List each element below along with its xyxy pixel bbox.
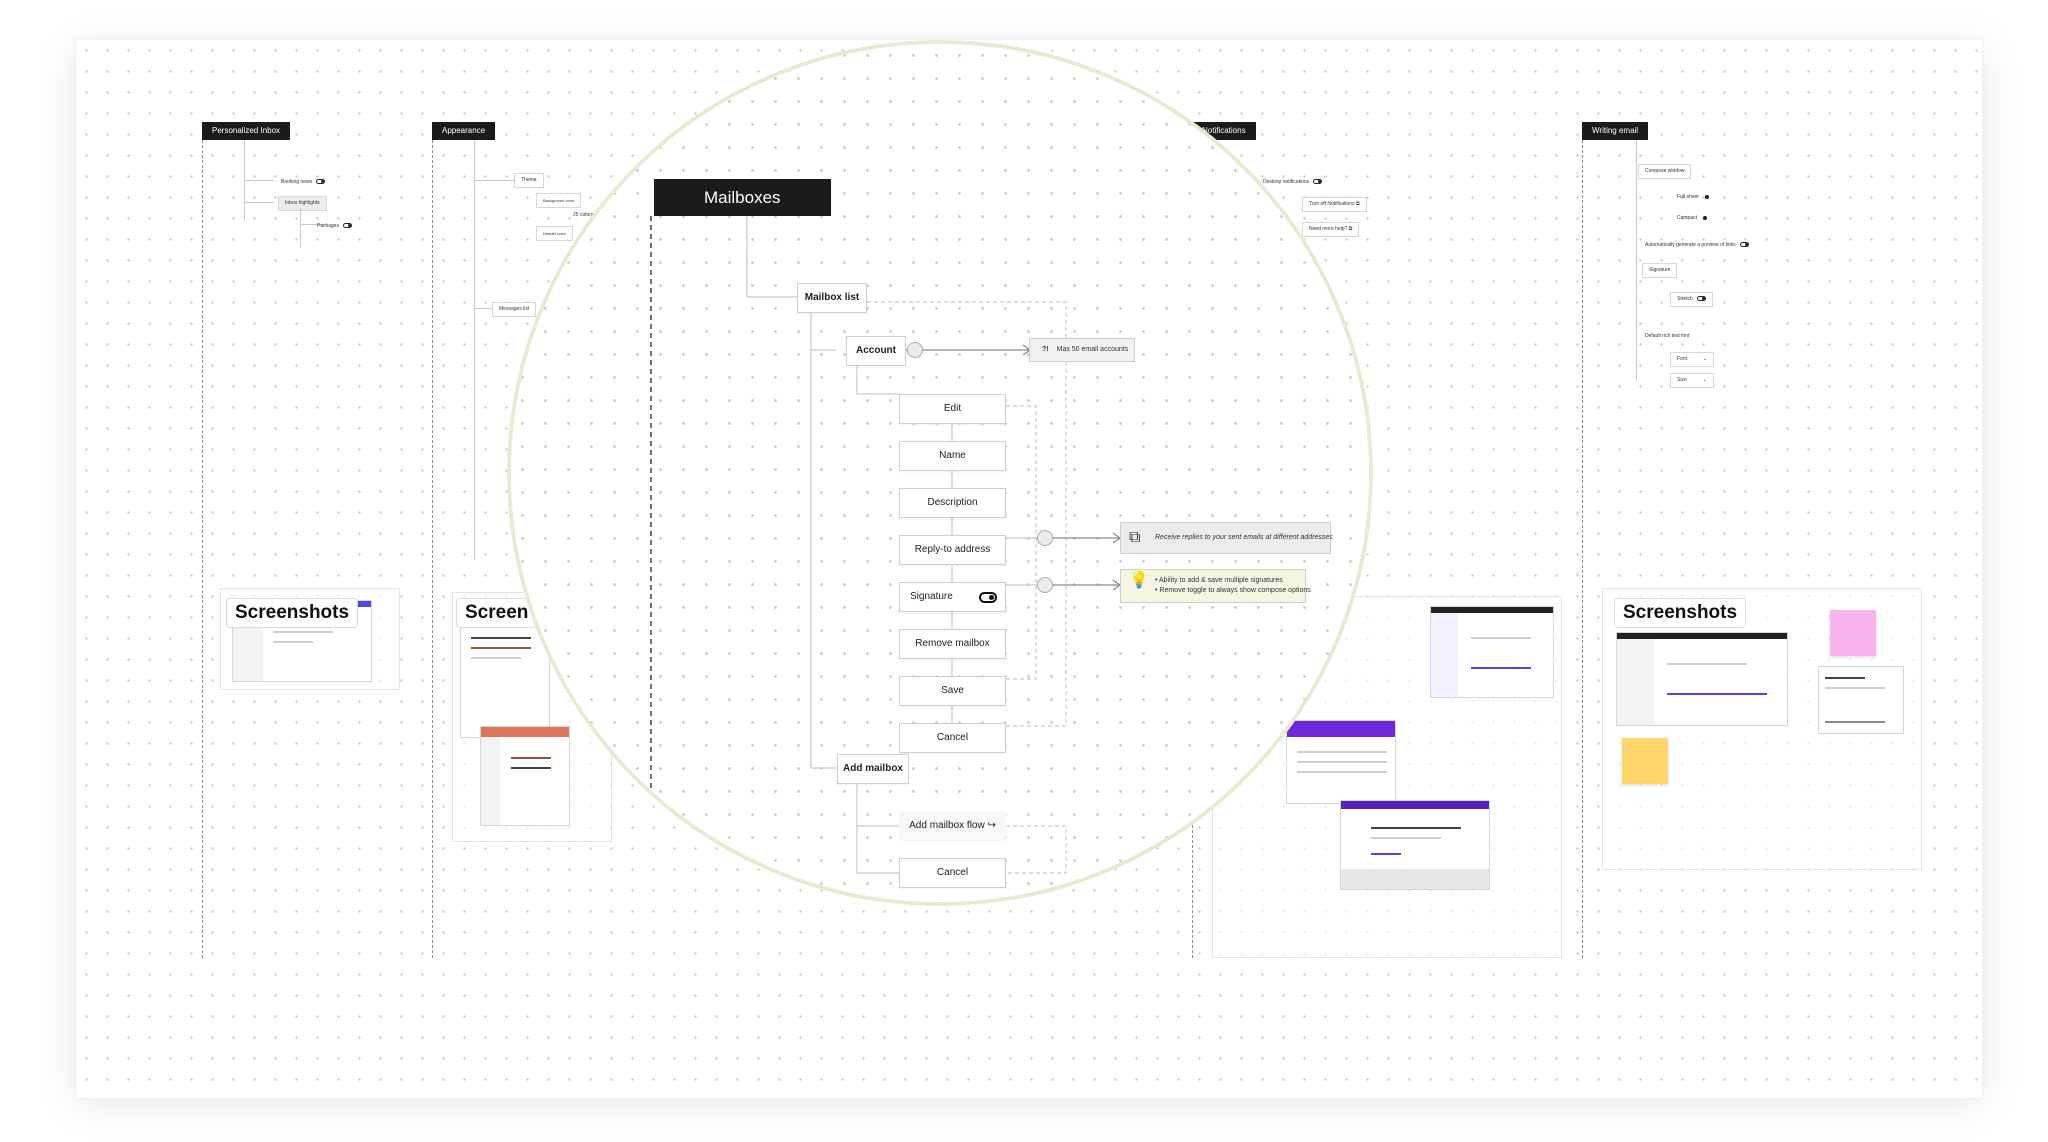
- connector-port[interactable]: [907, 342, 923, 358]
- toggle-icon[interactable]: [1696, 296, 1706, 302]
- warning-icon: ?!: [1042, 346, 1049, 353]
- chevron-down-icon: ⌄: [1702, 377, 1707, 383]
- node-compose-window[interactable]: Compose window: [1638, 164, 1692, 179]
- toggle-icon[interactable]: [342, 223, 352, 229]
- node-packages[interactable]: Packages: [310, 219, 359, 234]
- section-header-appearance: Appearance: [432, 122, 496, 140]
- node-label: Font: [1677, 356, 1688, 362]
- section-header-personalized-inbox: Personalized Inbox: [202, 122, 291, 140]
- node-label: Size: [1677, 377, 1687, 383]
- note-text: Receive replies to your sent emails at d…: [1155, 534, 1333, 541]
- node-inbox-highlights[interactable]: Inbox highlights: [278, 196, 327, 211]
- section-divider: [1582, 140, 1583, 958]
- node-edit[interactable]: Edit: [899, 394, 1006, 424]
- note-text: • Remove toggle to always show compose o…: [1155, 587, 1311, 594]
- node-mailbox-list[interactable]: Mailbox list: [797, 283, 867, 313]
- screenshots-label: Screenshots: [226, 598, 359, 628]
- note-text: • Ability to add & save multiple signatu…: [1155, 577, 1283, 584]
- node-save[interactable]: Save: [899, 676, 1006, 706]
- node-add-mailbox[interactable]: Add mailbox: [837, 754, 909, 784]
- screenshots-label: Screenshots: [1614, 598, 1747, 628]
- screenshot-thumbnail[interactable]: [1430, 606, 1554, 698]
- connector: [244, 180, 274, 181]
- toggle-icon[interactable]: [1739, 242, 1749, 248]
- connector: [244, 202, 274, 203]
- connector: [300, 208, 301, 248]
- node-signature[interactable]: Signature: [1642, 263, 1678, 278]
- node-compact[interactable]: Compact: [1670, 211, 1714, 226]
- page-title: Mailboxes: [654, 179, 831, 216]
- node-label: Signature: [910, 591, 953, 602]
- screenshot-thumbnail[interactable]: [1818, 666, 1904, 734]
- node-remove-mailbox[interactable]: Remove mailbox: [899, 629, 1006, 659]
- node-size-select[interactable]: Size ⌄: [1670, 373, 1714, 388]
- node-signature[interactable]: Signature: [899, 582, 1006, 612]
- node-reply-to-address[interactable]: Reply-to address: [899, 535, 1006, 565]
- node-font-select[interactable]: Font ⌄: [1670, 352, 1714, 367]
- node-label: Stretch: [1677, 296, 1693, 302]
- connector: [474, 180, 514, 181]
- node-label: Full sheet: [1677, 194, 1699, 200]
- node-booking-news[interactable]: Booking news: [274, 175, 332, 190]
- connector-lines: [650, 216, 1122, 902]
- sticky-note-pink[interactable]: [1830, 610, 1876, 656]
- node-label: Packages: [317, 223, 339, 229]
- note-max-accounts: ?! Max 50 email accounts: [1029, 338, 1135, 362]
- node-label: Automatically generate a preview of link…: [1645, 242, 1736, 248]
- note-signature: 💡 • Ability to add & save multiple signa…: [1120, 569, 1311, 603]
- node-full-sheet[interactable]: Full sheet: [1670, 190, 1716, 205]
- node-label: Booking news: [281, 179, 313, 185]
- node-name[interactable]: Name: [899, 441, 1006, 471]
- node-default-font: Default rich text font: [1645, 333, 1690, 339]
- sticky-note-yellow[interactable]: [1622, 738, 1668, 784]
- radio-icon[interactable]: [1703, 215, 1708, 220]
- connector: [1636, 140, 1637, 380]
- connector-port[interactable]: [1037, 577, 1053, 593]
- lightbulb-icon: 💡: [1129, 572, 1149, 589]
- toggle-icon[interactable]: [979, 592, 997, 603]
- magnifier-lens: Mailboxes Mailbox list Account ?! Max 50 …: [507, 40, 1373, 906]
- section-header-writing-email: Writing email: [1582, 122, 1649, 140]
- toggle-icon[interactable]: [316, 179, 326, 185]
- radio-icon[interactable]: [1704, 194, 1709, 199]
- note-text: Max 50 email accounts: [1056, 346, 1129, 353]
- connector-port[interactable]: [1037, 530, 1053, 546]
- note-reply-to: ⧉ Receive replies to your sent emails at…: [1120, 522, 1333, 554]
- section-divider: [432, 140, 433, 958]
- node-add-mailbox-flow[interactable]: Add mailbox flow ↪: [899, 811, 1006, 841]
- section-divider: [202, 140, 203, 958]
- node-account[interactable]: Account: [846, 336, 906, 366]
- screenshot-thumbnail[interactable]: [1616, 632, 1788, 726]
- node-cancel[interactable]: Cancel: [899, 723, 1006, 753]
- node-label: Compact: [1677, 215, 1698, 221]
- connector: [474, 140, 475, 560]
- chevron-down-icon: ⌄: [1702, 356, 1707, 362]
- whiteboard-canvas[interactable]: Personalized Inbox Booking news Inbox hi…: [76, 40, 1982, 1098]
- node-description[interactable]: Description: [899, 488, 1006, 518]
- node-stretch[interactable]: Stretch: [1670, 292, 1713, 307]
- paperclip-icon: ⧉: [1129, 529, 1141, 546]
- node-add-cancel[interactable]: Cancel: [899, 858, 1006, 888]
- node-generate-preview[interactable]: Automatically generate a preview of link…: [1638, 238, 1756, 253]
